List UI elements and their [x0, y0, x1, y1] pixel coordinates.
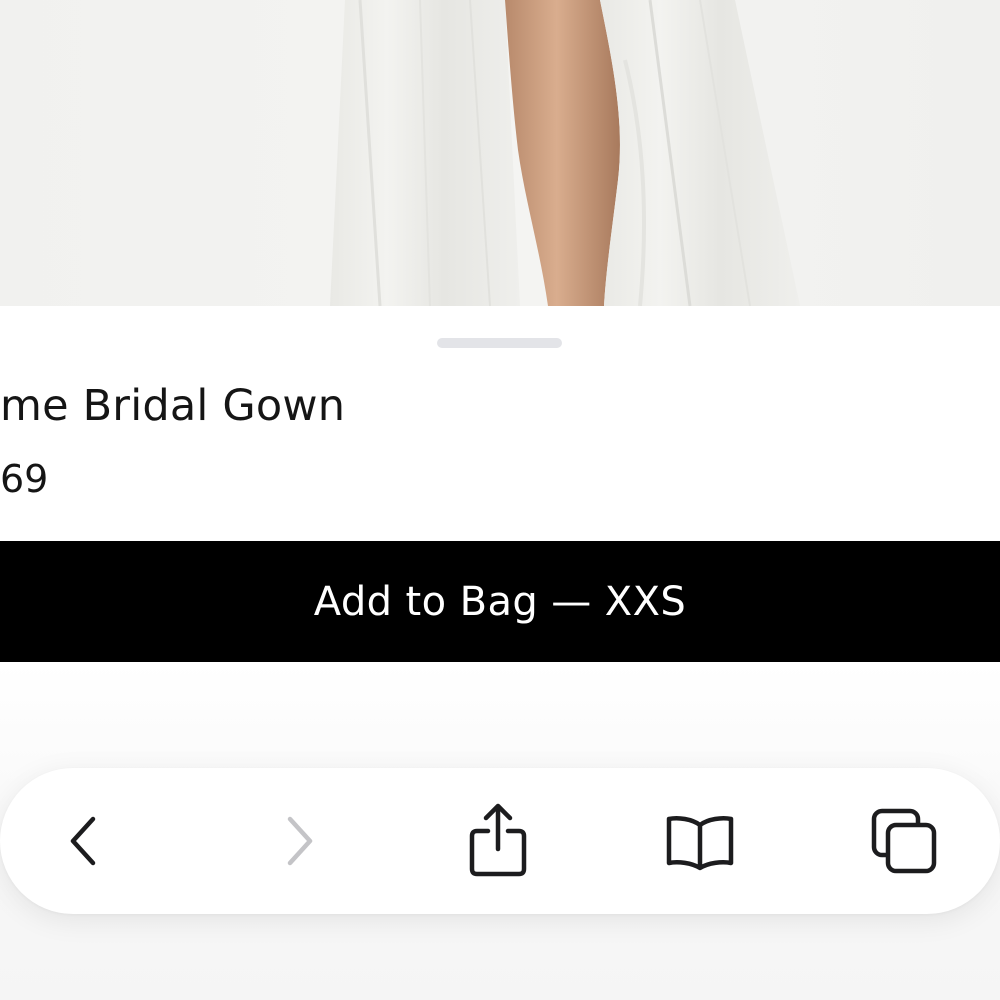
bookmarks-button[interactable]: [645, 768, 755, 914]
product-name: me Bridal Gown: [0, 381, 346, 431]
browser-toolbar: [0, 768, 1000, 914]
tabs-button[interactable]: [849, 768, 959, 914]
add-to-bag-label: Add to Bag — XXS: [313, 578, 687, 625]
back-icon: [70, 816, 96, 866]
bookmarks-icon: [666, 816, 734, 871]
share-button[interactable]: [443, 768, 553, 914]
back-button[interactable]: [30, 768, 140, 914]
sheet-grabber[interactable]: [437, 338, 562, 348]
product-sheet: me Bridal Gown 69: [0, 306, 1000, 542]
share-icon: [469, 803, 527, 877]
forward-icon: [287, 816, 313, 866]
gown-photo-image: [0, 0, 1000, 306]
product-photo: [0, 0, 1000, 306]
page: me Bridal Gown 69 Add to Bag — XXS: [0, 0, 1000, 1000]
add-to-bag-button[interactable]: Add to Bag — XXS: [0, 541, 1000, 662]
product-price: 69: [0, 457, 49, 501]
forward-button[interactable]: [243, 768, 353, 914]
tabs-icon: [871, 808, 937, 874]
